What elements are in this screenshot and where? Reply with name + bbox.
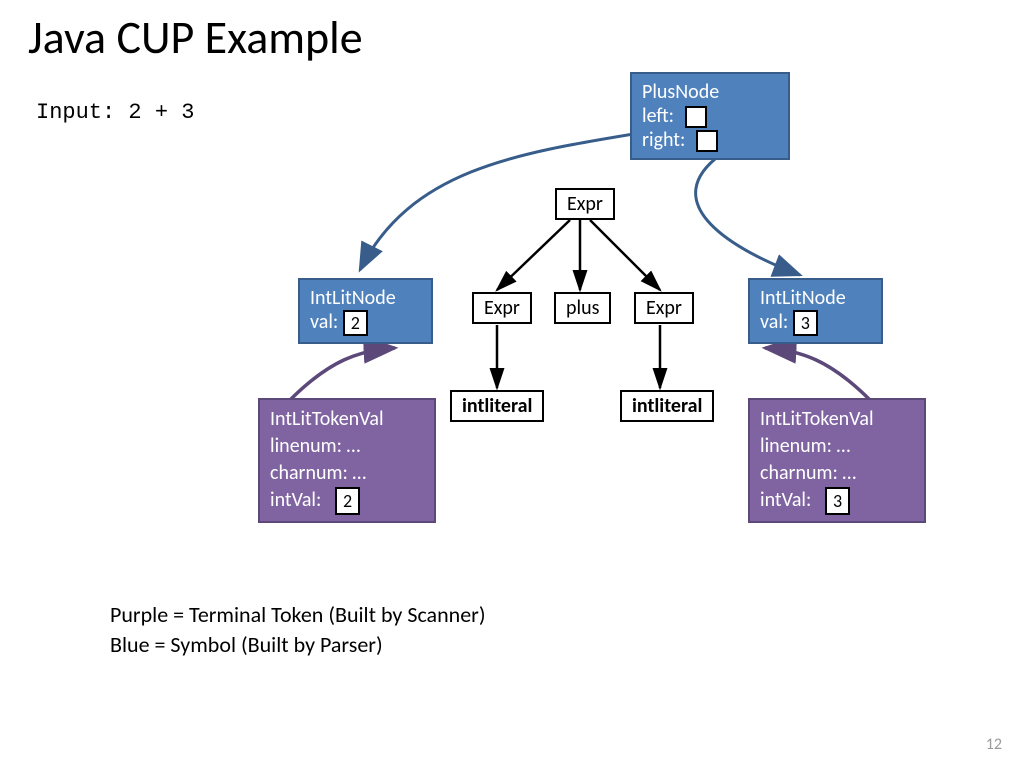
plus-node-left-label: left: [642,104,674,128]
tokenval-right-linenum: linenum: … [760,433,914,460]
intlitnode-right-val: 3 [793,310,818,336]
intlitnode-left-val-label: val: [310,310,338,334]
intlitnode-right-val-label: val: [760,310,788,334]
tree-node-intliteral-right: intliteral [620,390,714,422]
intlitnode-left-val: 2 [343,310,368,336]
plus-node-name: PlusNode [642,80,778,104]
tokenval-left-box: IntLitTokenVal linenum: … charnum: … int… [258,398,436,523]
pointer-box-icon [685,106,707,128]
legend-purple: Purple = Terminal Token (Built by Scanne… [110,600,486,630]
tokenval-left-charnum: charnum: … [270,460,424,487]
tree-node-expr-right: Expr [634,292,694,324]
legend-blue: Blue = Symbol (Built by Parser) [110,630,486,660]
intlitnode-right-name: IntLitNode [760,286,871,310]
intlitnode-right-val-row: val: 3 [760,310,871,336]
input-expression: Input: 2 + 3 [36,100,194,125]
tree-node-intliteral-left: intliteral [450,390,544,422]
tokenval-left-intval-label: intVal: [270,488,321,512]
intlitnode-left-val-row: val: 2 [310,310,421,336]
tokenval-right-name: IntLitTokenVal [760,406,914,433]
tokenval-right-box: IntLitTokenVal linenum: … charnum: … int… [748,398,926,523]
intlitnode-right-box: IntLitNode val: 3 [748,278,883,344]
pointer-box-icon [696,130,718,152]
tokenval-right-intval-row: intVal: 3 [760,487,914,515]
plus-node-left-row: left: [642,104,778,128]
tokenval-right-charnum: charnum: … [760,460,914,487]
plus-node-box: PlusNode left: right: [630,72,790,160]
tokenval-left-intval: 2 [335,487,360,515]
tree-node-expr-left: Expr [472,292,532,324]
legend: Purple = Terminal Token (Built by Scanne… [110,600,486,659]
tokenval-right-intval: 3 [825,487,850,515]
tokenval-left-name: IntLitTokenVal [270,406,424,433]
tokenval-left-intval-row: intVal: 2 [270,487,424,515]
plus-node-right-label: right: [642,128,685,152]
tree-node-expr-root: Expr [555,188,615,220]
tree-node-plus: plus [554,292,611,324]
page-number: 12 [986,735,1002,754]
intlitnode-left-name: IntLitNode [310,286,421,310]
intlitnode-left-box: IntLitNode val: 2 [298,278,433,344]
tokenval-right-intval-label: intVal: [760,488,811,512]
plus-node-right-row: right: [642,128,778,152]
tokenval-left-linenum: linenum: … [270,433,424,460]
page-title: Java CUP Example [28,10,363,66]
